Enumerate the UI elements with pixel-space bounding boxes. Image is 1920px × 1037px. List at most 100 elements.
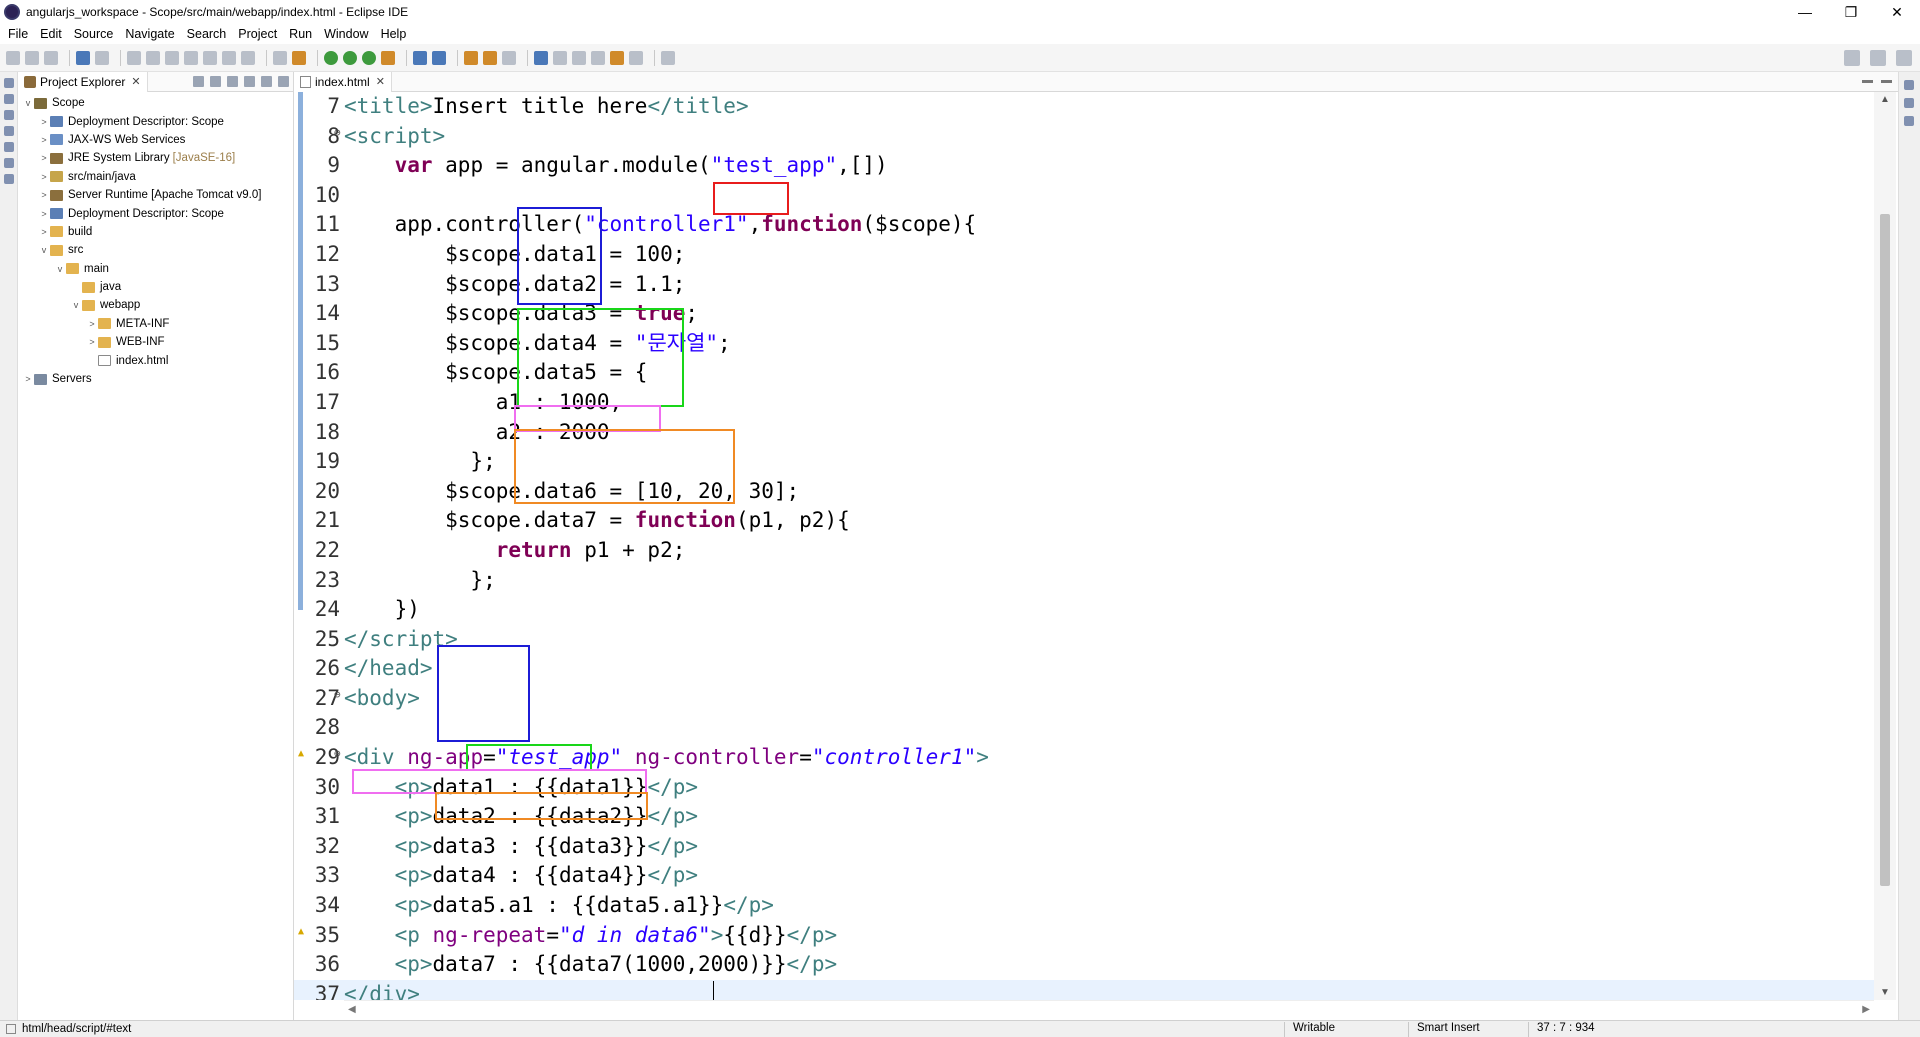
filter-icon[interactable] (227, 76, 238, 87)
pin-editor-icon[interactable] (661, 50, 675, 65)
vertical-scrollbar[interactable]: ▲ ▼ (1874, 92, 1896, 1000)
skip-breakpoints-icon[interactable] (95, 50, 109, 65)
link-editor-icon[interactable] (210, 76, 221, 87)
code-line[interactable]: 34 <p>data5.a1 : {{data5.a1}}</p> (294, 891, 1874, 921)
chevron-right-icon[interactable]: > (38, 227, 50, 237)
tree-item[interactable]: java (18, 278, 293, 296)
code-line[interactable]: 17 a1 : 1000, (294, 388, 1874, 418)
open-type-icon[interactable] (464, 50, 478, 65)
close-icon[interactable]: ✕ (376, 75, 385, 88)
scroll-up-icon[interactable]: ▲ (1880, 94, 1890, 105)
collapse-all-icon[interactable] (193, 76, 204, 87)
code-line[interactable]: 21 $scope.data7 = function(p1, p2){ (294, 506, 1874, 536)
scroll-thumb[interactable] (1880, 214, 1890, 886)
task-list-icon[interactable] (4, 110, 14, 120)
save-icon[interactable] (25, 50, 39, 65)
build-icon[interactable] (292, 50, 306, 65)
markers-view-icon[interactable] (4, 174, 14, 184)
fold-toggle-icon[interactable]: ⊖ (334, 743, 344, 765)
step-over-icon[interactable] (222, 50, 236, 65)
code-line[interactable]: 7 <title>Insert title here</title> (294, 92, 1874, 122)
servers-view-icon[interactable] (4, 126, 14, 136)
scroll-down-icon[interactable]: ▼ (1880, 987, 1890, 998)
code-line[interactable]: 22 return p1 + p2; (294, 536, 1874, 566)
tree-item[interactable]: v webapp (18, 296, 293, 314)
restore-view-icon[interactable] (4, 78, 14, 88)
code-line[interactable]: 37 </div> (294, 979, 1874, 1000)
annotation-prev-icon[interactable] (572, 50, 586, 65)
new-web-service-icon[interactable] (432, 50, 446, 65)
maximize-view-icon[interactable] (278, 76, 289, 87)
menu-help[interactable]: Help (381, 27, 407, 41)
open-task-icon[interactable] (273, 50, 287, 65)
resume-icon[interactable] (127, 50, 141, 65)
fold-toggle-icon[interactable]: ⊖ (334, 684, 344, 706)
code-line[interactable]: 32 <p>data3 : {{data3}}</p> (294, 832, 1874, 862)
new-icon[interactable] (6, 50, 20, 65)
menu-edit[interactable]: Edit (40, 27, 62, 41)
outline-view-icon[interactable] (1904, 98, 1914, 108)
save-all-icon[interactable] (44, 50, 58, 65)
tree-item[interactable]: v src (18, 241, 293, 259)
minimize-icon[interactable]: — (1782, 0, 1828, 24)
menu-search[interactable]: Search (187, 27, 227, 41)
tree-item[interactable]: > build (18, 223, 293, 241)
tree-item[interactable]: v main (18, 260, 293, 278)
tree-item[interactable]: index.html (18, 351, 293, 369)
tree-item[interactable]: > META-INF (18, 315, 293, 333)
fold-toggle-icon[interactable]: ⊖ (334, 122, 344, 144)
chevron-down-icon[interactable]: v (22, 98, 34, 108)
code-line[interactable]: 26 </head> (294, 654, 1874, 684)
tree-item[interactable]: > Servers (18, 370, 293, 388)
console-view-icon[interactable] (4, 142, 14, 152)
code-line[interactable]: ▲ 35 <p ng-repeat="d in data6">{{d}}</p> (294, 921, 1874, 951)
chevron-down-icon[interactable]: v (70, 300, 82, 310)
code-line[interactable]: 33 <p>data4 : {{data4}}</p> (294, 861, 1874, 891)
code-line[interactable]: 8 ⊖ <script> (294, 122, 1874, 152)
restore-view-icon[interactable] (1904, 80, 1914, 90)
java-ee-perspective-icon[interactable] (1896, 50, 1912, 66)
open-perspective-icon[interactable] (1870, 50, 1886, 66)
code-line[interactable]: 31 <p>data2 : {{data2}}</p> (294, 802, 1874, 832)
debug-icon[interactable] (324, 50, 338, 65)
code-line[interactable]: 18 a2 : 2000 (294, 418, 1874, 448)
back-icon[interactable] (610, 50, 624, 65)
coverage-icon[interactable] (362, 50, 376, 65)
code-line[interactable]: 12 $scope.data1 = 100; (294, 240, 1874, 270)
problems-view-icon[interactable] (4, 158, 14, 168)
code-line[interactable]: 11 app.controller("controller1",function… (294, 210, 1874, 240)
tree-item[interactable]: > Server Runtime [Apache Tomcat v9.0] (18, 186, 293, 204)
search-icon[interactable] (1844, 50, 1860, 66)
code-line[interactable]: 20 $scope.data6 = [10, 20, 30]; (294, 477, 1874, 507)
code-line[interactable]: 27 ⊖ <body> (294, 684, 1874, 714)
code-line[interactable]: 23 }; (294, 566, 1874, 596)
forward-icon[interactable] (629, 50, 643, 65)
code-line[interactable]: 16 $scope.data5 = { (294, 358, 1874, 388)
chevron-down-icon[interactable]: v (54, 264, 66, 274)
code-line[interactable]: ▲ 29 ⊖ <div ng-app="test_app" ng-controller… (294, 743, 1874, 773)
code-line[interactable]: 10 (294, 181, 1874, 211)
chevron-right-icon[interactable]: > (38, 172, 50, 182)
code-line[interactable]: 36 <p>data7 : {{data7(1000,2000)}}</p> (294, 950, 1874, 980)
step-into-icon[interactable] (203, 50, 217, 65)
maximize-editor-icon[interactable] (1881, 80, 1892, 83)
horizontal-scrollbar[interactable]: ◀ ▶ (344, 1000, 1874, 1020)
code-line[interactable]: 14 $scope.data3 = true; (294, 299, 1874, 329)
disconnect-icon[interactable] (184, 50, 198, 65)
menu-project[interactable]: Project (238, 27, 277, 41)
tree-item[interactable]: > Deployment Descriptor: Scope (18, 204, 293, 222)
new-server-icon[interactable] (413, 50, 427, 65)
task-list-icon[interactable] (1904, 116, 1914, 126)
search-tool-icon[interactable] (502, 50, 516, 65)
external-tools-icon[interactable] (381, 50, 395, 65)
menu-window[interactable]: Window (324, 27, 368, 41)
tree-item[interactable]: > Deployment Descriptor: Scope (18, 112, 293, 130)
close-icon[interactable]: ✕ (1874, 0, 1920, 24)
tree-item[interactable]: > JAX-WS Web Services (18, 131, 293, 149)
suspend-icon[interactable] (146, 50, 160, 65)
chevron-right-icon[interactable]: > (38, 153, 50, 163)
code-line[interactable]: 9 var app = angular.module("test_app",[]… (294, 151, 1874, 181)
tree-item[interactable]: v Scope (18, 94, 293, 112)
menu-source[interactable]: Source (74, 27, 114, 41)
chevron-right-icon[interactable]: > (38, 209, 50, 219)
